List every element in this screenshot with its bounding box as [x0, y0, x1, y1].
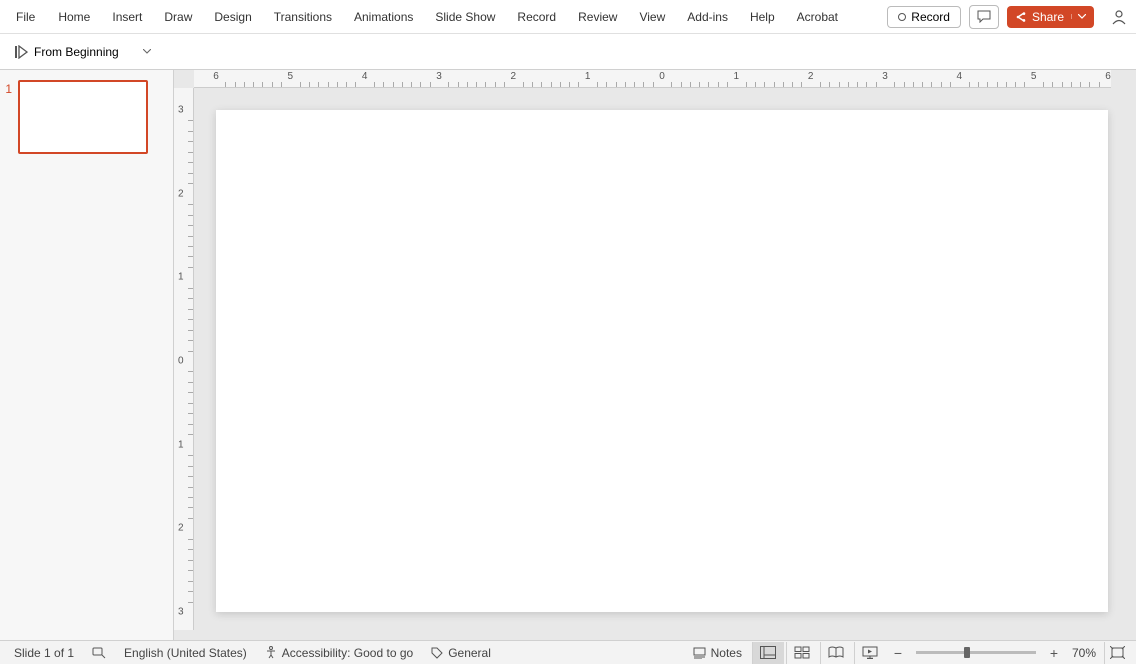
play-from-start-icon	[14, 45, 28, 59]
tab-transitions[interactable]: Transitions	[263, 2, 343, 32]
thumbnail-slide-1[interactable]	[18, 80, 148, 154]
share-button-label: Share	[1032, 10, 1064, 24]
accessibility-status[interactable]: Accessibility: Good to go	[257, 643, 421, 663]
tab-home[interactable]: Home	[47, 2, 101, 32]
ruler-h-label: 5	[288, 71, 294, 82]
edit-area: 6 5 4 3 2 1 0 1 2 3 4 5 6 3 2 1 0 1 2 3	[174, 70, 1136, 640]
share-icon	[1015, 11, 1027, 23]
record-button-label: Record	[911, 10, 950, 24]
ruler-h-label: 0	[659, 71, 665, 82]
workspace: 1 6 5 4 3 2 1 0 1 2 3 4 5 6 3 2 1 0 1 2 3	[0, 70, 1136, 640]
ruler-v-label: 1	[178, 439, 184, 450]
normal-view-button[interactable]	[752, 642, 784, 664]
ruler-h-label: 2	[808, 71, 814, 82]
tab-draw[interactable]: Draw	[153, 2, 203, 32]
tab-view[interactable]: View	[628, 2, 676, 32]
slide-sorter-icon	[794, 646, 810, 659]
tab-insert[interactable]: Insert	[101, 2, 153, 32]
from-beginning-label: From Beginning	[34, 45, 119, 59]
fit-to-window-icon	[1110, 646, 1125, 659]
tag-icon	[431, 647, 443, 659]
chevron-down-icon	[143, 49, 151, 54]
chevron-down-icon	[1078, 14, 1086, 19]
ruler-h-label: 3	[436, 71, 442, 82]
slide-sorter-view-button[interactable]	[786, 642, 818, 664]
comment-icon	[977, 10, 991, 23]
vertical-ruler[interactable]: 3 2 1 0 1 2 3	[174, 88, 194, 630]
canvas-wrap	[216, 110, 1108, 618]
spell-check-icon	[92, 646, 106, 659]
ruler-h-label: 4	[362, 71, 368, 82]
zoom-percent[interactable]: 70%	[1066, 646, 1102, 660]
record-button[interactable]: Record	[887, 6, 961, 28]
tab-help[interactable]: Help	[739, 2, 786, 32]
notes-icon	[693, 647, 706, 659]
zoom-slider-thumb[interactable]	[964, 647, 970, 658]
person-icon	[1111, 9, 1127, 25]
spell-check-status[interactable]	[84, 643, 114, 662]
zoom-out-button[interactable]: −	[888, 642, 908, 664]
ruler-v-label: 0	[178, 356, 184, 367]
slide-indicator[interactable]: Slide 1 of 1	[6, 643, 82, 663]
slideshow-icon	[862, 646, 878, 659]
thumbnail-number: 1	[0, 80, 16, 96]
ruler-h-label: 6	[1105, 71, 1111, 82]
tab-file[interactable]: File	[4, 2, 47, 32]
status-bar: Slide 1 of 1 English (United States) Acc…	[0, 640, 1136, 664]
comments-button[interactable]	[969, 5, 999, 29]
slideshow-view-button[interactable]	[854, 642, 886, 664]
slide-canvas[interactable]	[216, 110, 1108, 612]
thumbnail-slot: 1	[0, 80, 173, 154]
language-status[interactable]: English (United States)	[116, 643, 255, 663]
tab-add-ins[interactable]: Add-ins	[676, 2, 739, 32]
thumbnail-panel: 1	[0, 70, 174, 640]
from-beginning-button[interactable]: From Beginning	[6, 41, 127, 63]
fit-to-window-button[interactable]	[1104, 642, 1130, 664]
sensitivity-label: General	[448, 646, 491, 660]
ruler-h-label: 6	[213, 71, 219, 82]
tab-acrobat[interactable]: Acrobat	[786, 2, 849, 32]
notes-button[interactable]: Notes	[685, 643, 750, 663]
reading-view-icon	[828, 646, 844, 659]
zoom-in-button[interactable]: +	[1044, 642, 1064, 664]
zoom-slider[interactable]	[916, 651, 1036, 654]
tab-slide-show[interactable]: Slide Show	[424, 2, 506, 32]
ruler-v-label: 3	[178, 105, 184, 116]
ribbon-commands: From Beginning	[0, 34, 1136, 70]
ruler-h-label: 3	[882, 71, 888, 82]
share-button[interactable]: Share	[1007, 6, 1094, 28]
tab-animations[interactable]: Animations	[343, 2, 424, 32]
ruler-h-label: 1	[585, 71, 591, 82]
account-button[interactable]	[1106, 4, 1132, 30]
ruler-h-label: 2	[511, 71, 517, 82]
notes-label: Notes	[711, 646, 742, 660]
ruler-v-label: 2	[178, 523, 184, 534]
accessibility-icon	[265, 646, 277, 659]
ruler-v-label: 1	[178, 272, 184, 283]
tab-review[interactable]: Review	[567, 2, 628, 32]
record-dot-icon	[898, 13, 906, 21]
sensitivity-status[interactable]: General	[423, 643, 499, 663]
ruler-h-label: 4	[957, 71, 963, 82]
ruler-h-label: 1	[734, 71, 740, 82]
tab-design[interactable]: Design	[203, 2, 262, 32]
accessibility-label: Accessibility: Good to go	[282, 646, 413, 660]
normal-view-icon	[760, 646, 776, 659]
horizontal-ruler[interactable]: 6 5 4 3 2 1 0 1 2 3 4 5 6	[194, 70, 1111, 88]
ribbon-tabs: File Home Insert Draw Design Transitions…	[0, 0, 1136, 34]
reading-view-button[interactable]	[820, 642, 852, 664]
ruler-v-label: 2	[178, 188, 184, 199]
tab-record[interactable]: Record	[506, 2, 567, 32]
ruler-v-label: 3	[178, 607, 184, 618]
ruler-h-label: 5	[1031, 71, 1037, 82]
from-beginning-dropdown[interactable]	[137, 45, 157, 58]
share-dropdown[interactable]	[1071, 14, 1086, 19]
